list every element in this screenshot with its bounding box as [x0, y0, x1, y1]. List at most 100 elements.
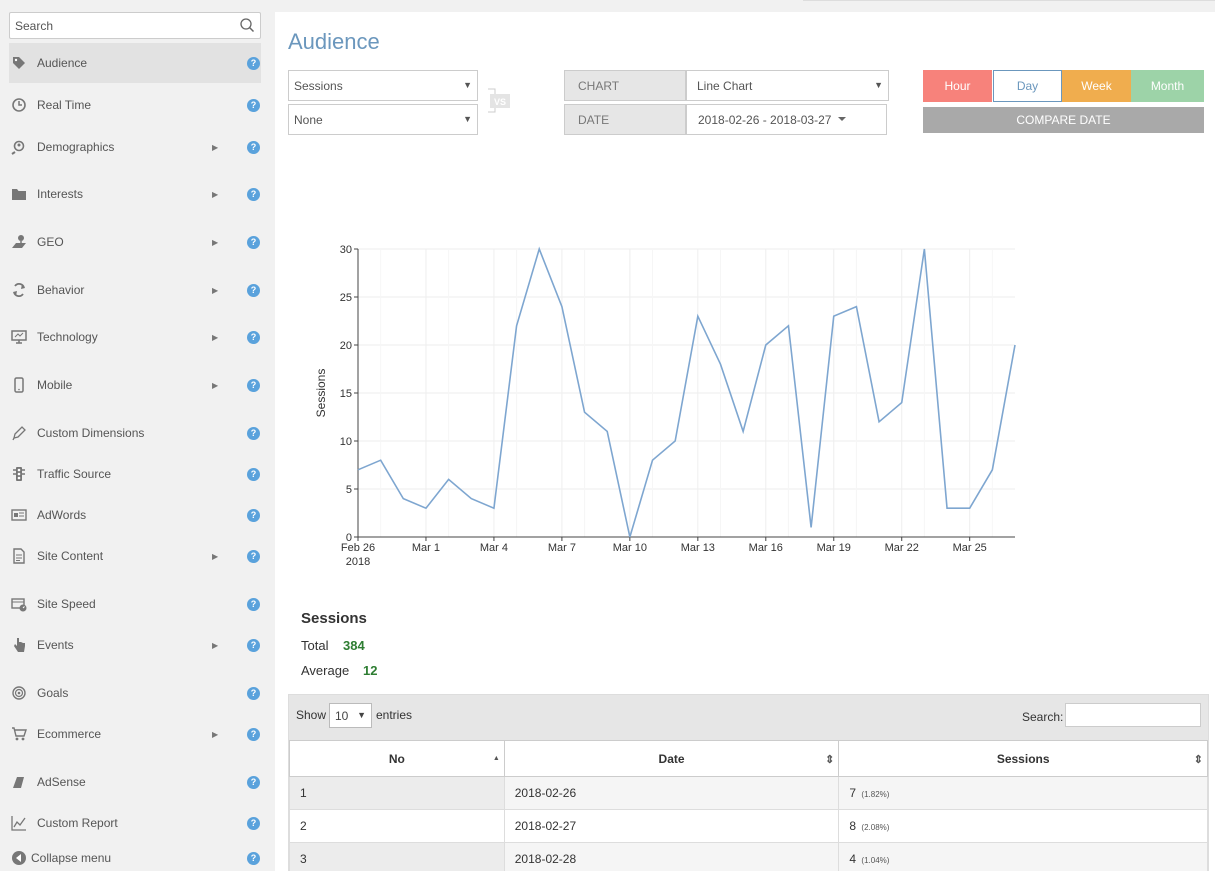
- date-range-value: 2018-02-26 - 2018-03-27: [698, 112, 832, 127]
- sidebar-item-custom-report[interactable]: Custom Report?: [9, 803, 261, 843]
- help-icon[interactable]: ?: [247, 140, 260, 154]
- data-point: [583, 410, 587, 414]
- month-button[interactable]: Month: [1131, 70, 1204, 102]
- data-point: [809, 525, 813, 529]
- data-point: [673, 439, 677, 443]
- data-point: [560, 305, 564, 309]
- refresh-icon: [11, 282, 27, 298]
- data-point: [628, 535, 632, 539]
- cell-sessions: 4 (1.04%): [838, 842, 1208, 871]
- sidebar-item-behavior[interactable]: Behavior ▶?: [9, 270, 261, 310]
- sidebar-item-label: GEO: [37, 235, 64, 249]
- help-icon[interactable]: ?: [247, 283, 260, 297]
- sidebar-item-adsense[interactable]: AdSense?: [9, 762, 261, 802]
- sidebar-item-site-speed[interactable]: Site Speed?: [9, 584, 261, 624]
- sessions-value: 4: [849, 852, 857, 866]
- sidebar-item-site-content[interactable]: Site Content ▶?: [9, 536, 261, 576]
- column-header-date[interactable]: Date ⇕: [503, 740, 840, 777]
- sidebar-item-label: Custom Dimensions: [37, 426, 145, 440]
- sidebar-item-adwords[interactable]: AdWords?: [9, 495, 261, 535]
- help-icon[interactable]: ?: [247, 235, 260, 249]
- chevron-right-icon: ▶: [212, 641, 219, 650]
- help-icon[interactable]: ?: [247, 330, 260, 344]
- sessions-percent: (2.08%): [861, 823, 890, 832]
- sidebar-item-label: Demographics: [37, 140, 115, 154]
- x-tick-label: Mar 7: [548, 542, 576, 554]
- sort-asc-icon: ▲: [492, 755, 500, 762]
- help-icon[interactable]: ?: [247, 426, 260, 440]
- help-icon[interactable]: ?: [247, 775, 260, 789]
- sidebar-item-interests[interactable]: Interests ▶?: [9, 174, 261, 214]
- hour-button[interactable]: Hour: [923, 70, 992, 102]
- show-label: Show: [296, 708, 327, 722]
- sidebar-item-ecommerce[interactable]: Ecommerce ▶?: [9, 714, 261, 754]
- sessions-percent: (1.04%): [861, 856, 890, 865]
- day-button[interactable]: Day: [993, 70, 1062, 102]
- help-icon[interactable]: ?: [247, 467, 260, 481]
- chevron-right-icon: ▶: [212, 730, 219, 739]
- help-icon[interactable]: ?: [247, 98, 260, 112]
- sidebar-item-demographics[interactable]: Demographics ▶?: [9, 127, 261, 167]
- help-icon[interactable]: ?: [247, 549, 260, 563]
- x-tick-label: Mar 25: [953, 542, 987, 554]
- week-button[interactable]: Week: [1062, 70, 1131, 102]
- chart-type-select[interactable]: Line Chart ▼: [686, 70, 889, 101]
- sidebar-item-label: Goals: [37, 686, 69, 700]
- data-point: [968, 506, 972, 510]
- sidebar-item-real-time[interactable]: Real Time?: [9, 85, 261, 125]
- help-icon[interactable]: ?: [247, 851, 260, 865]
- help-icon[interactable]: ?: [247, 378, 260, 392]
- help-icon[interactable]: ?: [247, 187, 260, 201]
- compare-metric-select[interactable]: None ▼: [288, 104, 478, 135]
- sidebar-item-audience[interactable]: Audience?: [9, 43, 261, 83]
- compare-select-value: None: [294, 112, 323, 127]
- search-icon[interactable]: [239, 17, 255, 33]
- sidebar-item-technology[interactable]: Technology ▶?: [9, 317, 261, 357]
- sidebar: Audience?Real Time?Demographics▶?Interes…: [0, 0, 275, 871]
- sidebar-item-events[interactable]: Events ▶?: [9, 625, 261, 665]
- help-icon[interactable]: ?: [247, 638, 260, 652]
- sidebar-item-mobile[interactable]: Mobile ▶?: [9, 365, 261, 405]
- data-point: [424, 506, 428, 510]
- help-icon[interactable]: ?: [247, 508, 260, 522]
- chart-type-value: Line Chart: [697, 78, 753, 93]
- table-search-input[interactable]: [1065, 703, 1201, 727]
- metric-select[interactable]: Sessions ▼: [288, 70, 478, 101]
- help-icon[interactable]: ?: [247, 816, 260, 830]
- data-point: [832, 314, 836, 318]
- x-tick-label: Mar 16: [749, 542, 783, 554]
- x-tick-year-label: 2018: [346, 556, 370, 567]
- chevron-down-icon: ▼: [874, 80, 883, 90]
- sidebar-item-custom-dimensions[interactable]: Custom Dimensions?: [9, 413, 261, 453]
- sort-icon: ⇕: [825, 754, 835, 766]
- sidebar-item-geo[interactable]: GEO ▶?: [9, 222, 261, 262]
- sidebar-search-input[interactable]: [10, 13, 230, 38]
- tag-icon: [11, 55, 27, 71]
- collapse-menu[interactable]: Collapse menu?: [9, 838, 261, 871]
- sessions-line-chart: 051015202530Feb 26 Mar 1 Mar 4 Mar 7 Mar 10 M…: [314, 244, 1016, 567]
- demographics-icon: [11, 139, 27, 155]
- sidebar-item-traffic-source[interactable]: Traffic Source?: [9, 454, 261, 494]
- metric-select-value: Sessions: [294, 78, 343, 93]
- cell-date: 2018-02-26: [503, 776, 840, 810]
- column-header-sessions[interactable]: Sessions ⇕: [838, 740, 1208, 777]
- help-icon[interactable]: ?: [247, 56, 260, 70]
- compare-date-button[interactable]: COMPARE DATE: [923, 107, 1204, 133]
- y-tick-label: 15: [340, 388, 352, 400]
- date-range-picker[interactable]: 2018-02-26 - 2018-03-27: [686, 104, 887, 135]
- collapse-icon: [11, 850, 27, 866]
- sidebar-item-goals[interactable]: Goals?: [9, 673, 261, 713]
- sidebar-item-label: Traffic Source: [37, 467, 112, 481]
- data-point: [922, 247, 926, 251]
- vs-icon: VS: [488, 88, 510, 113]
- entries-select[interactable]: 10 ▼: [329, 703, 372, 728]
- data-point: [537, 247, 541, 251]
- sidebar-item-label: Site Content: [37, 549, 104, 563]
- data-point: [741, 429, 745, 433]
- help-icon[interactable]: ?: [247, 727, 260, 741]
- help-icon[interactable]: ?: [247, 597, 260, 611]
- column-header-no[interactable]: No ▲: [289, 740, 505, 777]
- help-icon[interactable]: ?: [247, 686, 260, 700]
- total-value: 384: [343, 638, 365, 653]
- pencil-icon: [11, 425, 27, 441]
